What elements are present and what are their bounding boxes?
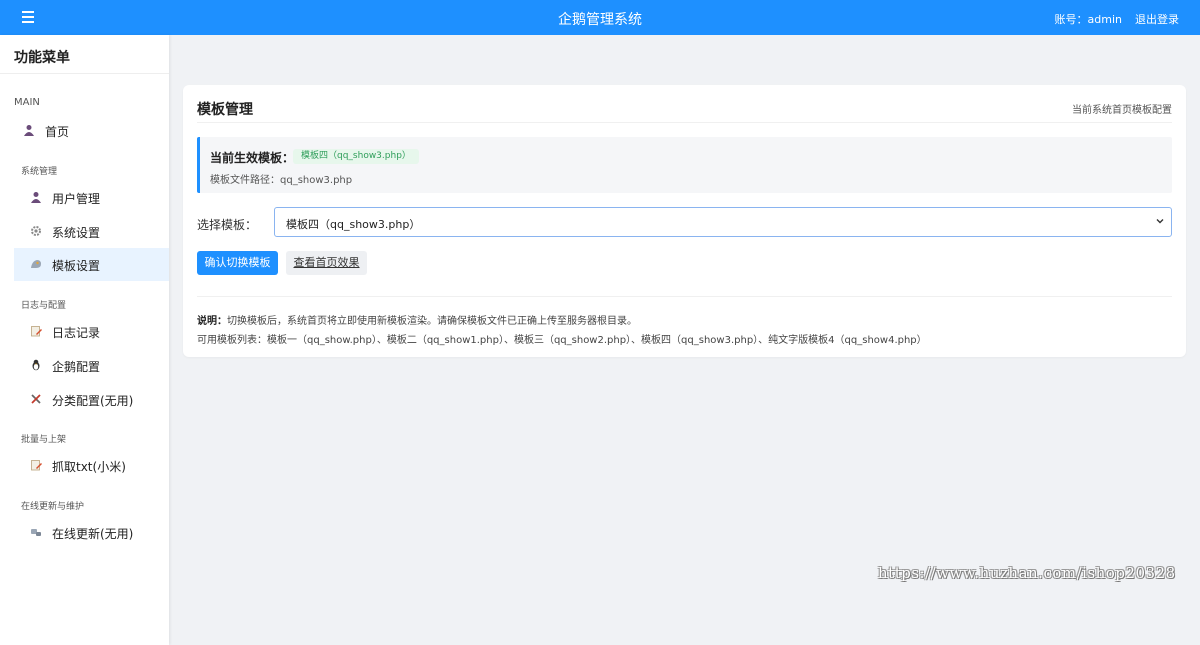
user-icon [24,125,34,136]
section-system: 系统管理 [21,167,58,177]
card-subtitle: 当前系统首页模板配置 [1072,105,1172,116]
section-logs: 日志与配置 [21,301,67,311]
user-icon [31,192,41,203]
sidebar-item-label: 首页 [45,125,70,139]
sidebar-item-log-records[interactable]: 日志记录 [14,315,169,348]
template-icon [31,260,41,268]
note-body: 切换模板后，系统首页将立即使用新模板渲染。请确保模板文件已正确上传至服务器根目录… [227,316,637,327]
sidebar-item-label: 用户管理 [52,192,101,206]
top-bar: 企鹅管理系统 账号：admin 退出登录 [0,0,1200,35]
chevron-down-icon [1156,219,1164,224]
section-main: MAIN [14,97,40,108]
penguin-icon [32,359,40,371]
template-management-card: 模板管理 当前系统首页模板配置 当前生效模板： 模板四（qq_show3.php… [183,85,1186,357]
template-select-value: 模板四（qq_show3.php） [286,218,421,231]
sidebar-item-fetch-txt[interactable]: 抓取txt(小米) [14,449,169,482]
app-title: 企鹅管理系统 [558,12,642,28]
sidebar-item-label: 在线更新(无用) [52,527,134,541]
tools-icon [31,394,41,404]
template-list-text: 可用模板列表：模板一（qq_show.php）、模板二（qq_show1.php… [197,335,927,346]
card-title: 模板管理 [197,102,253,118]
wrench-icon [31,529,41,536]
section-batch: 批量与上架 [21,435,67,445]
preview-homepage-button[interactable]: 查看首页效果 [286,251,367,275]
sidebar-item-label: 分类配置(无用) [52,394,134,408]
card-divider [197,296,1172,297]
sidebar-item-home[interactable]: 首页 [14,114,169,147]
template-select[interactable]: 模板四（qq_show3.php） [274,207,1172,237]
account-label: 账号：admin [1054,13,1122,26]
sidebar-divider [0,73,169,74]
current-template-label: 当前生效模板： [210,151,295,165]
menu-toggle-icon[interactable] [18,8,38,26]
sidebar-item-templates[interactable]: 模板设置 [14,248,169,281]
card-divider [197,122,1172,123]
gear-icon [31,226,41,236]
sidebar-item-label: 系统设置 [52,226,101,240]
notepad-icon [31,460,42,471]
sidebar-item-online-update[interactable]: 在线更新(无用) [14,516,169,549]
logout-link[interactable]: 退出登录 [1135,11,1179,27]
current-template-box: 当前生效模板： 模板四（qq_show3.php） 模板文件路径：qq_show… [197,137,1172,193]
sidebar-item-label: 日志记录 [52,326,101,340]
sidebar-item-settings[interactable]: 系统设置 [14,215,169,248]
notepad-icon [31,326,42,337]
section-update: 在线更新与维护 [21,502,85,512]
confirm-switch-button[interactable]: 确认切换模板 [197,251,278,275]
sidebar-item-penguin-config[interactable]: 企鹅配置 [14,349,169,382]
watermark: https://www.huzhan.com/ishop20328 [878,564,1176,582]
sidebar-item-users[interactable]: 用户管理 [14,181,169,214]
sidebar-item-category-config[interactable]: 分类配置(无用) [14,383,169,416]
sidebar: 功能菜单 MAIN 首页 系统管理 用户管理 系统设置 模板设置 日志与配置 日… [0,35,169,645]
note-text: 说明：切换模板后，系统首页将立即使用新模板渲染。请确保模板文件已正确上传至服务器… [197,312,637,327]
sidebar-item-label: 抓取txt(小米) [52,460,126,474]
current-template-path: 模板文件路径：qq_show3.php [210,175,353,186]
sidebar-item-label: 企鹅配置 [52,360,101,374]
note-label: 说明： [197,316,227,327]
select-template-label: 选择模板： [197,218,258,232]
sidebar-title: 功能菜单 [14,50,70,66]
sidebar-item-label: 模板设置 [52,259,101,273]
current-template-badge: 模板四（qq_show3.php） [293,149,419,164]
